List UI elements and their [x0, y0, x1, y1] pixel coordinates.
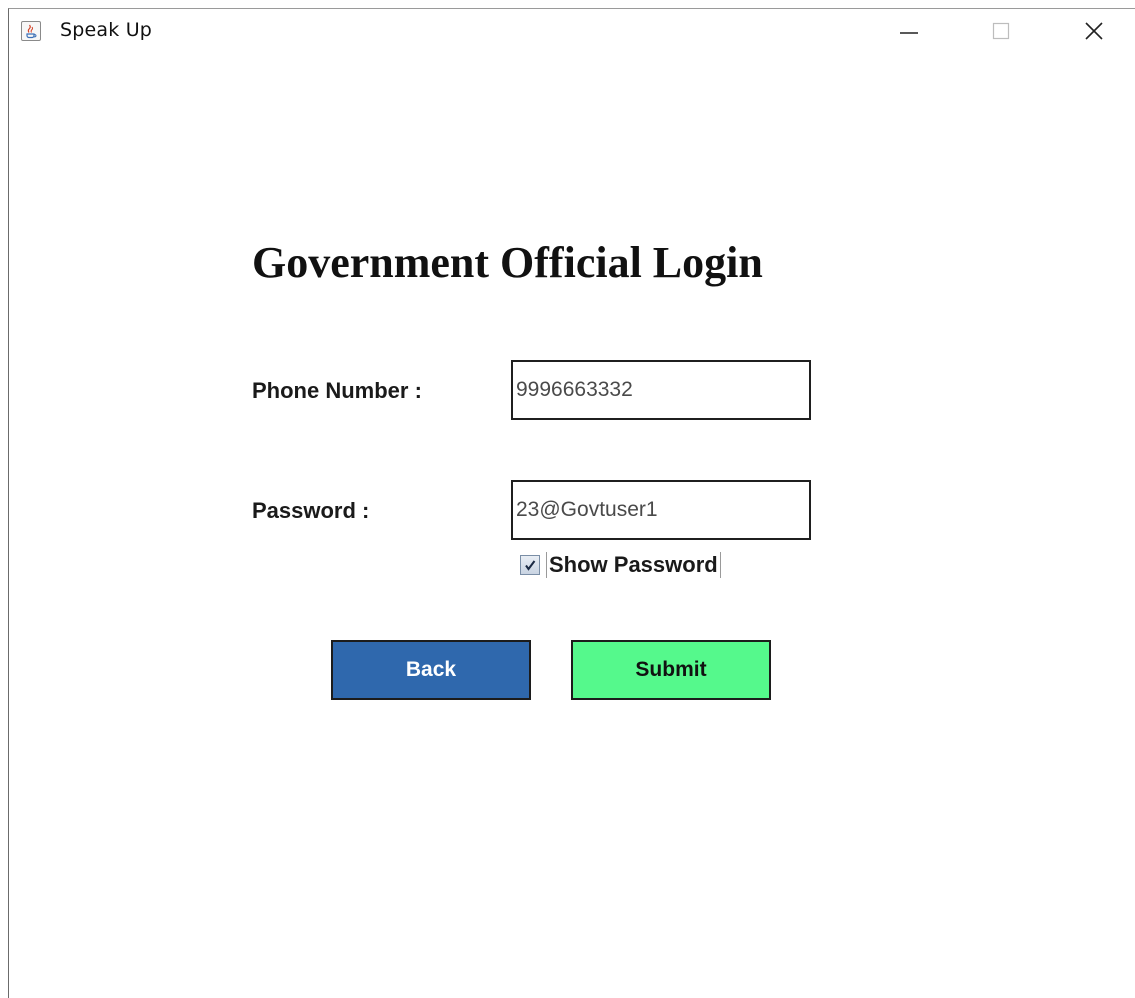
show-password-label: Show Password — [549, 552, 718, 577]
submit-button[interactable]: Submit — [571, 640, 771, 700]
password-input[interactable] — [511, 480, 811, 540]
maximize-button[interactable] — [971, 9, 1031, 53]
title-bar[interactable]: Speak Up — [9, 9, 1135, 59]
phone-number-label: Phone Number : — [252, 378, 422, 403]
maximize-icon — [992, 22, 1010, 40]
show-password-checkbox[interactable]: Show Password — [520, 550, 721, 580]
java-coffee-cup-icon — [21, 21, 41, 41]
checkbox-checked-icon[interactable] — [520, 555, 540, 575]
close-icon — [1085, 22, 1103, 40]
window-title: Speak Up — [60, 19, 153, 41]
minimize-icon — [900, 32, 918, 34]
focus-indicator: Show Password — [546, 552, 721, 578]
minimize-button[interactable] — [879, 9, 939, 53]
phone-number-input[interactable] — [511, 360, 811, 420]
back-button[interactable]: Back — [331, 640, 531, 700]
password-label: Password : — [252, 498, 370, 523]
close-button[interactable] — [1064, 9, 1124, 53]
app-window: Speak Up Government Official Login Phone… — [8, 8, 1135, 998]
page-title: Government Official Login — [252, 238, 763, 287]
